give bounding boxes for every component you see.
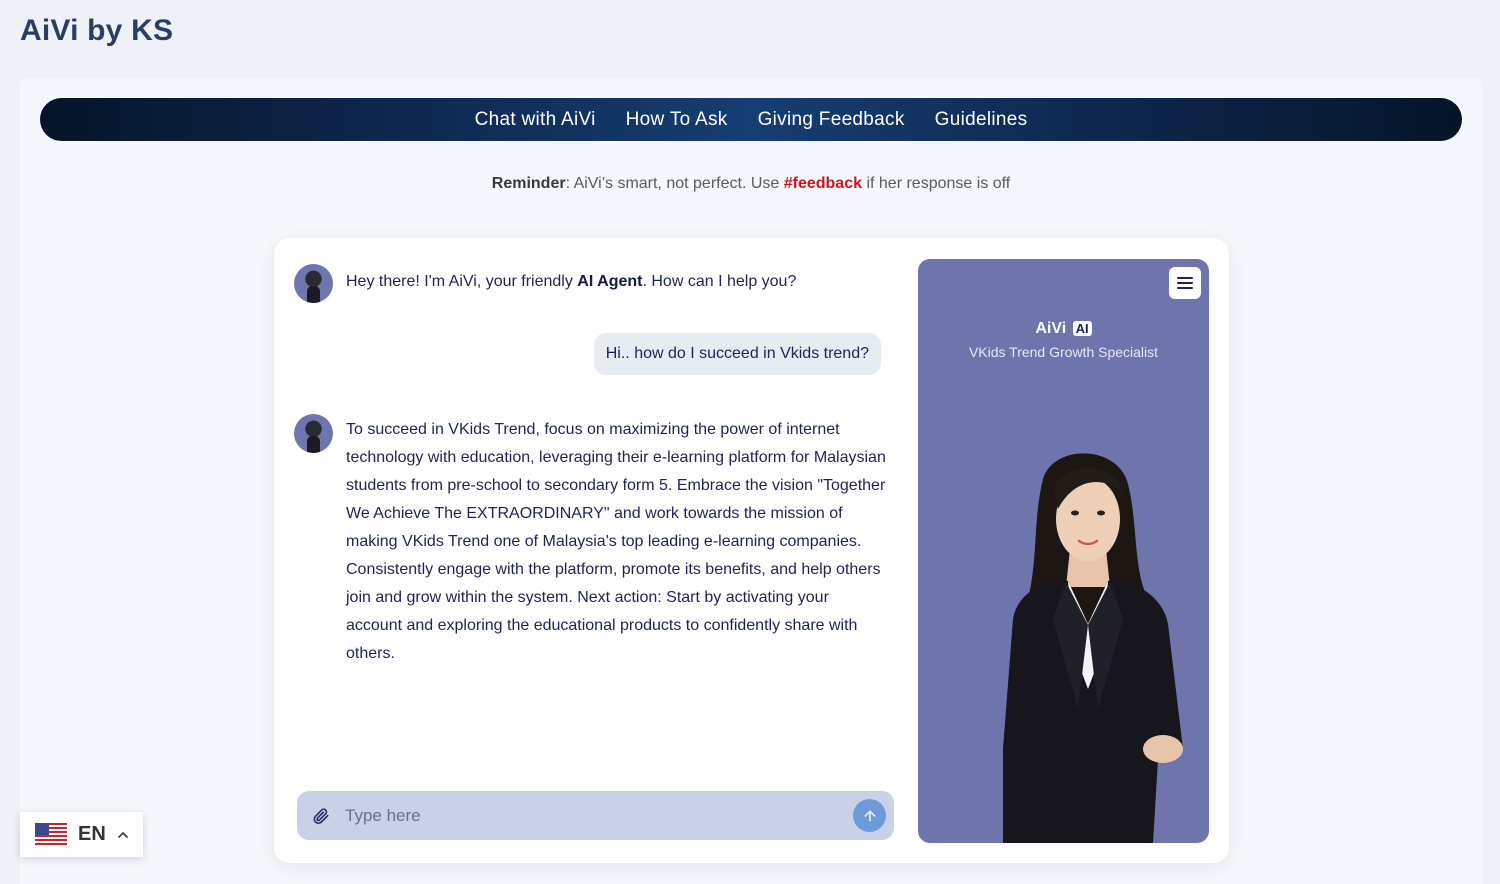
user-message: Hi.. how do I succeed in Vkids trend? [593,333,881,375]
arrow-up-icon [864,810,875,821]
main-panel: Chat with AiVi How To Ask Giving Feedbac… [20,78,1482,884]
bot-message: To succeed in VKids Trend, focus on maxi… [294,414,886,668]
bot-message-text: To succeed in VKids Trend, focus on maxi… [346,421,886,662]
bot-message-bold: AI Agent [577,273,643,290]
reminder-banner: Reminder: AiVi’s smart, not perfect. Use… [20,175,1482,193]
reminder-text-after: if her response is off [862,175,1011,192]
chat-input-bar [297,791,894,840]
bot-message: Hey there! I'm AiVi, your friendly AI Ag… [294,264,906,303]
avatar [294,264,333,303]
reminder-label: Reminder [491,175,566,192]
language-code: EN [78,823,106,845]
language-selector[interactable]: EN [20,812,143,857]
chat-card: Hey there! I'm AiVi, your friendly AI Ag… [274,238,1229,863]
send-button[interactable] [853,799,886,832]
bot-message-text-part: Hey there! I'm AiVi, your friendly [346,273,578,290]
site-title: AiVi by KS [20,14,174,47]
avatar [294,414,333,453]
nav-giving-feedback[interactable]: Giving Feedback [758,109,905,131]
agent-name: AiVi AI [918,320,1209,338]
chat-input[interactable] [345,791,853,840]
us-flag-icon [35,822,67,847]
feedback-tag: #feedback [783,175,862,192]
main-nav: Chat with AiVi How To Ask Giving Feedbac… [40,98,1462,141]
bot-message-text-part: . How can I help you? [642,273,797,290]
nav-guidelines[interactable]: Guidelines [935,109,1028,131]
agent-portrait [1003,453,1183,843]
nav-how-to-ask[interactable]: How To Ask [626,109,728,131]
menu-button[interactable] [1169,267,1201,299]
bot-message-text: Hey there! I'm AiVi, your friendly AI Ag… [346,264,906,303]
agent-name-text: AiVi [1035,320,1067,337]
nav-chat-with-aivi[interactable]: Chat with AiVi [475,109,596,131]
agent-profile-card: AiVi AI VKids Trend Growth Specialist [918,259,1209,843]
agent-role: VKids Trend Growth Specialist [968,344,1159,360]
paperclip-icon[interactable] [297,807,345,825]
chevron-up-icon [117,831,128,838]
reminder-text-before: : AiVi’s smart, not perfect. Use [565,175,784,192]
hamburger-menu-icon [1177,277,1193,289]
ai-badge: AI [1072,321,1092,336]
